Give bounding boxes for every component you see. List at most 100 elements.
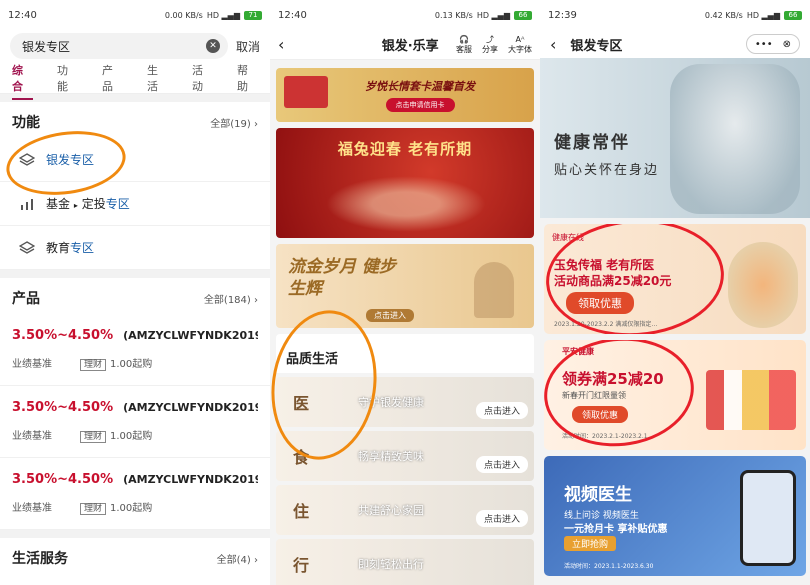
card-offer: 一元抢月卡 享补贴优惠 [564, 524, 668, 535]
product-min: 理财 1.00起购 [80, 355, 153, 371]
credit-card-banner[interactable]: 岁悦长情套卡温馨首发 点击申请信用卡 [276, 68, 534, 122]
back-icon[interactable]: ‹ [278, 35, 284, 54]
product-bottom: 业绩基准 理财 1.00起购 [12, 499, 258, 515]
count-label: 全部(4) [216, 554, 251, 566]
label-part: 基金 [46, 197, 71, 211]
net-speed: 0.13 KB/s [434, 10, 473, 20]
product-item[interactable]: 3.50%~4.50% (AMZYCLWFYNDK2019020 业绩基准 理财1.… [0, 386, 270, 458]
tab-product[interactable]: 产品 [102, 62, 123, 94]
status-bar: 12:40 0.00 KB/s HD ▂▄▆ 71 [0, 0, 270, 30]
enter-button: 点击进入 [475, 402, 528, 419]
products-image [706, 370, 796, 430]
signal-icon: HD ▂▄▆ [476, 10, 510, 20]
annotation-circle [544, 340, 700, 450]
silver-zone-screen: 12:39 0.42 KB/s HD ▂▄▆ 66 ‹ 银发专区 ••• ⊗ 健康常伴… [540, 0, 810, 585]
annotation-circle [544, 224, 728, 334]
products-header: 产品 全部(184) › [0, 278, 270, 314]
more-icon[interactable]: ••• [755, 39, 773, 50]
tab-help[interactable]: 帮助 [237, 62, 258, 94]
life-all-link[interactable]: 全部(4) › [217, 551, 258, 566]
tab-activity[interactable]: 活动 [192, 62, 213, 94]
hero-banner: 健康常伴 贴心关怀在身边 [540, 58, 810, 218]
product-min: 理财 1.00起购 [80, 499, 152, 515]
nav-actions: 🎧 客服 ⤴ 分享 Aᴬ 大字体 [456, 35, 532, 55]
product-basis: 业绩基准 [12, 503, 52, 514]
quality-row-travel[interactable]: 行 即刻轻松出行 [276, 539, 534, 585]
battery-icon: 66 [784, 10, 802, 20]
back-icon[interactable]: ‹ [550, 35, 556, 54]
status-bar: 12:39 0.42 KB/s HD ▂▄▆ 66 [540, 0, 810, 30]
product-top: 3.50%~4.50% (AMZYCLWFYNDK2019020 [12, 400, 258, 415]
status-time: 12:39 [548, 9, 577, 21]
search-row: 银发专区 ✕ 取消 [0, 30, 270, 62]
elderly-couple-image [474, 262, 514, 318]
tab-life[interactable]: 生活 [147, 62, 168, 94]
quality-row-home[interactable]: 住 共建舒心家园 点击进入 [276, 485, 534, 535]
function-label: 教育专区 [46, 239, 94, 256]
phone-illustration [740, 470, 796, 566]
product-name: (AMZYCLWFYNDK2019018 [123, 473, 258, 486]
divider [0, 94, 270, 102]
product-rate: 3.50%~4.50% [12, 472, 114, 487]
new-year-banner[interactable]: 福兔迎春 老有所期 [276, 128, 534, 238]
search-input[interactable]: 银发专区 ✕ [10, 33, 228, 59]
card-title: 视频医生 [564, 485, 632, 505]
divider [0, 270, 270, 278]
nav-bar: ‹ 银发专区 ••• ⊗ [540, 30, 810, 58]
share-button[interactable]: ⤴ 分享 [482, 35, 498, 55]
page-title: 银发专区 [570, 38, 623, 54]
count-label: 全部(184) [203, 294, 251, 306]
mini-program-capsule: ••• ⊗ [745, 34, 800, 54]
chart-icon [18, 195, 36, 213]
functions-all-link[interactable]: 全部(19) › [210, 115, 258, 130]
products-all-link[interactable]: 全部(184) › [204, 291, 258, 306]
function-item-silver[interactable]: 银发专区 [0, 123, 270, 203]
count-label: 全部(19) [210, 118, 251, 130]
category-char: 住 [292, 502, 309, 521]
headset-icon: 🎧 [459, 34, 469, 44]
service-button[interactable]: 🎧 客服 [456, 35, 472, 55]
section-title: 功能 [12, 115, 40, 131]
close-icon[interactable]: ⊗ [783, 39, 791, 50]
page-title: 银发·乐享 [381, 39, 439, 54]
tab-function[interactable]: 功能 [57, 62, 78, 94]
product-rate: 3.50%~4.50% [12, 400, 114, 415]
card-image [284, 76, 328, 108]
net-speed: 0.42 KB/s [704, 10, 743, 20]
label-part: 定投 [81, 197, 106, 211]
section-title: 产品 [12, 291, 40, 307]
net-speed: 0.00 KB/s [164, 10, 203, 20]
divider [0, 530, 270, 538]
battery-icon: 71 [244, 10, 262, 20]
promo-card-video-doctor[interactable]: 视频医生 线上问诊 视频医生 一元抢月卡 享补贴优惠 立即抢购 活动时间：202… [544, 456, 806, 576]
product-min-value: 1.00起购 [110, 431, 153, 442]
banner-text: 岁悦长情套卡温馨首发 [365, 80, 475, 93]
rabbit-illustration [728, 242, 798, 328]
buy-button[interactable]: 立即抢购 [564, 536, 617, 551]
product-item[interactable]: 3.50%~4.50% (AMZYCLWFYNDK2019018 业绩基准 理财1.… [0, 458, 270, 530]
nav-label: 大字体 [507, 44, 532, 54]
category-char: 行 [292, 556, 309, 575]
clear-icon[interactable]: ✕ [205, 39, 220, 53]
banner-text: 福兔迎春 老有所期 [337, 140, 473, 158]
search-value: 银发专区 [22, 39, 71, 54]
product-top: 3.50%~4.50% (AMZYCLWFYNDK2019018 [12, 472, 258, 487]
result-tabs: 综合 功能 产品 生活 活动 帮助 [0, 62, 270, 100]
cancel-button[interactable]: 取消 [236, 38, 260, 55]
promo-card-pingan[interactable]: 平安健康 领券满25减20 新春开门红限量领 领取优惠 活动时间：2023.2.… [544, 340, 806, 450]
product-item[interactable]: 3.50%~4.50% (AMZYCLWFYNDK2019021 业绩基准 理财1.… [0, 314, 270, 386]
tab-all[interactable]: 综合 [12, 62, 33, 100]
font-size-icon: Aᴬ [515, 34, 525, 44]
product-tag: 理财 [80, 359, 107, 371]
search-results-screen: 12:40 0.00 KB/s HD ▂▄▆ 71 银发专区 ✕ 取消 综合 功能 … [0, 0, 270, 585]
bigfont-button[interactable]: Aᴬ 大字体 [508, 35, 532, 55]
product-min-value: 1.00起购 [110, 359, 153, 370]
status-bar: 12:40 0.13 KB/s HD ▂▄▆ 66 [270, 0, 540, 30]
promo-card-health-online[interactable]: 健康在线 玉兔传福 老有所医 活动商品满25减20元 领取优惠 2023.1.2… [544, 224, 806, 334]
function-item-education[interactable]: 教育专区 [0, 226, 270, 270]
caregiver-image [670, 64, 800, 214]
family-photo [326, 176, 486, 232]
product-tag: 理财 [80, 431, 107, 443]
product-top: 3.50%~4.50% (AMZYCLWFYNDK2019021 [12, 328, 258, 343]
row-caption: 共建舒心家园 [358, 504, 424, 517]
